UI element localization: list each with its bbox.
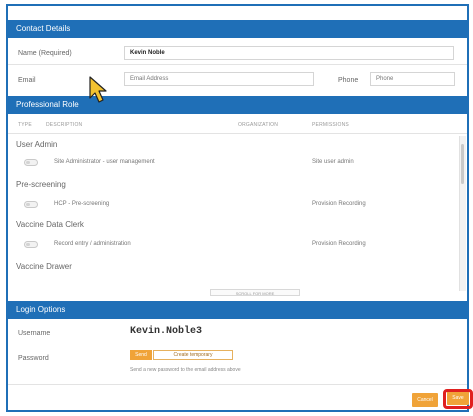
- user-dialog: Contact Details Name (Required) Kevin No…: [6, 4, 469, 412]
- name-field[interactable]: Kevin Noble: [124, 46, 454, 60]
- password-hint: Send a new password to the email address…: [130, 367, 241, 373]
- group-vaccine-data-clerk: Vaccine Data Clerk: [16, 220, 84, 229]
- login-options-header: Login Options: [8, 301, 467, 319]
- divider: [8, 384, 467, 385]
- role-permission: Site user admin: [312, 159, 354, 165]
- phone-field[interactable]: Phone: [370, 72, 455, 86]
- role-permission: Provision Recording: [312, 201, 366, 207]
- professional-role-header: Professional Role: [8, 96, 467, 114]
- contact-details-header: Contact Details: [8, 20, 467, 38]
- create-temporary-password-button[interactable]: Create temporary: [153, 350, 233, 360]
- role-toggle-site-admin[interactable]: [24, 159, 38, 166]
- send-password-button[interactable]: Send: [130, 350, 152, 360]
- group-user-admin: User Admin: [16, 140, 58, 149]
- group-pre-screening: Pre-screening: [16, 180, 66, 189]
- phone-label: Phone: [338, 77, 359, 84]
- col-organization: ORGANIZATION: [238, 122, 279, 128]
- scrollbar-thumb[interactable]: [461, 144, 464, 184]
- email-label: Email: [18, 77, 36, 84]
- role-toggle-data-clerk[interactable]: [24, 241, 38, 248]
- group-vaccine-drawer: Vaccine Drawer: [16, 262, 72, 271]
- role-permission: Provision Recording: [312, 241, 366, 247]
- username-label: Username: [18, 330, 51, 337]
- save-button-highlight: [443, 389, 473, 409]
- mouse-cursor-icon: [89, 76, 107, 103]
- role-description: Record entry / administration: [54, 241, 131, 247]
- scroll-for-more-button[interactable]: SCROLL FOR MORE: [210, 289, 300, 296]
- divider: [8, 133, 467, 134]
- role-description: HCP - Pre-screening: [54, 201, 110, 207]
- divider: [8, 64, 467, 65]
- name-label: Name (Required): [18, 50, 72, 57]
- col-type: TYPE: [18, 122, 32, 128]
- role-description: Site Administrator - user management: [54, 159, 155, 165]
- password-label: Password: [18, 355, 49, 362]
- role-toggle-pre-screening[interactable]: [24, 201, 38, 208]
- roles-scrollbar[interactable]: [459, 136, 466, 291]
- username-value: Kevin.Noble3: [130, 326, 203, 337]
- col-description: DESCRIPTION: [46, 122, 83, 128]
- cancel-button[interactable]: Cancel: [412, 393, 438, 407]
- col-permissions: PERMISSIONS: [312, 122, 349, 128]
- email-field[interactable]: Email Address: [124, 72, 314, 86]
